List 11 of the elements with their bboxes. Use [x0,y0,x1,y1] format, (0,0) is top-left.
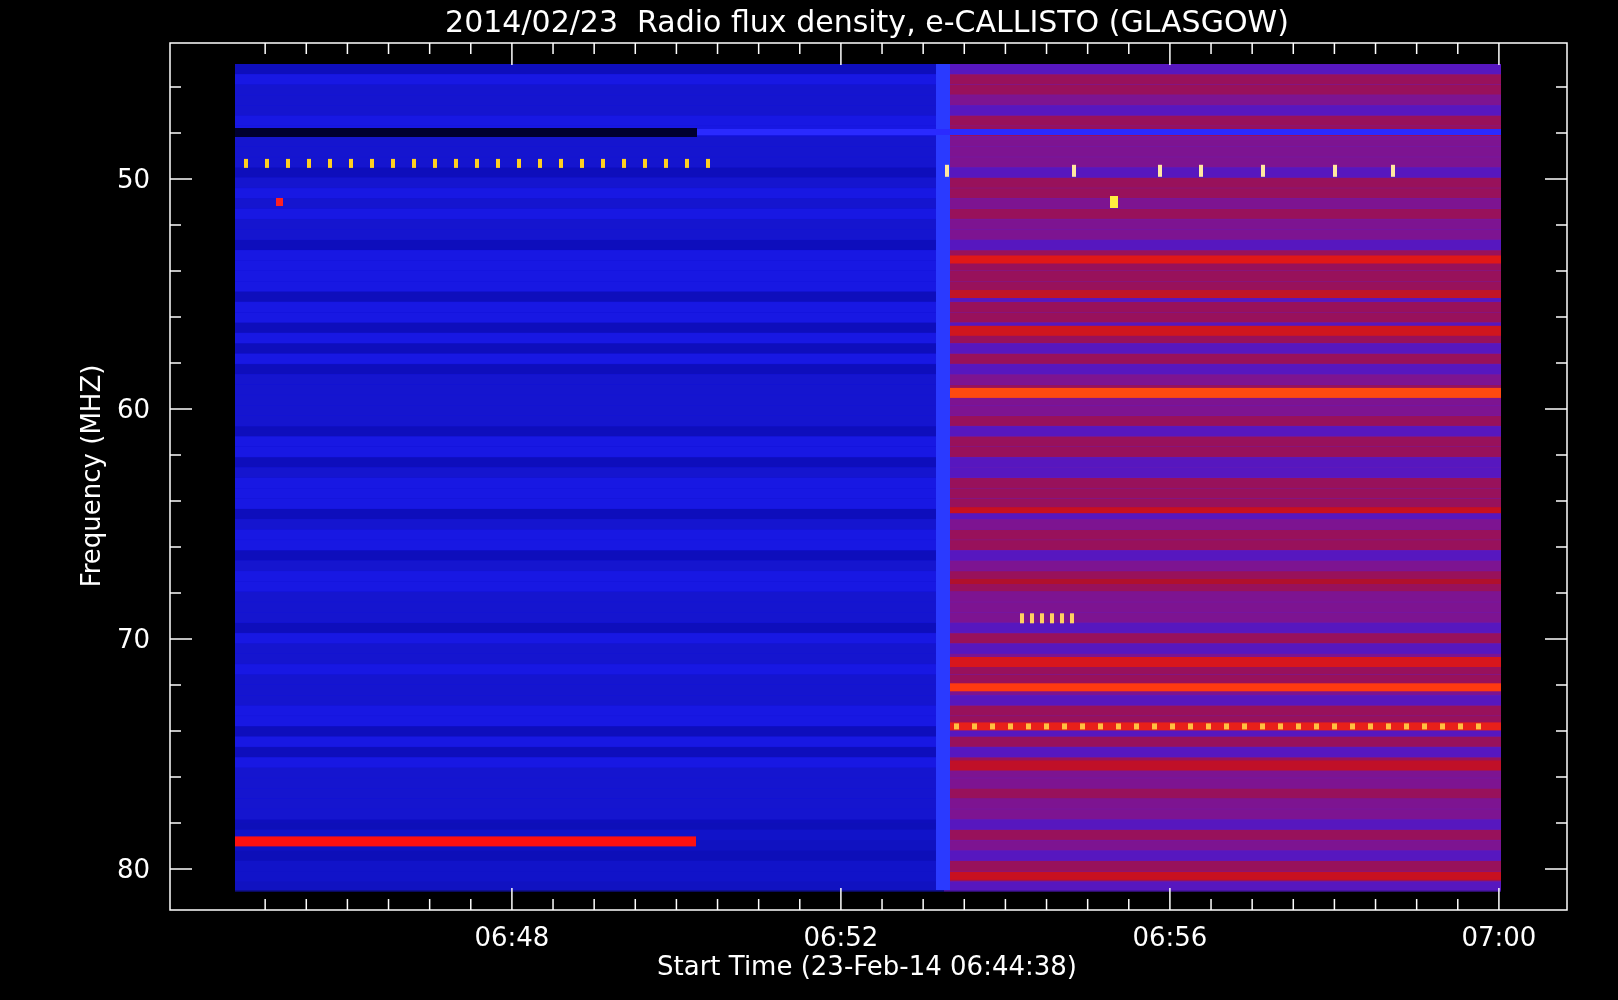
x-tick-label: 07:00 [1461,922,1537,952]
y-axis-label: Frequency (MHZ) [76,364,106,588]
chart-title: 2014/02/23 Radio flux density, e-CALLISTO (GLASGOW) [445,4,1289,39]
x-tick-label: 06:56 [1132,922,1208,952]
x-axis-label: Start Time (23-Feb-14 06:44:38) [657,951,1077,981]
y-tick-label: 70 [116,624,150,654]
x-tick-label: 06:52 [803,922,879,952]
y-tick-label: 60 [116,394,150,424]
y-tick-label: 50 [116,164,150,194]
y-tick-label: 80 [116,854,150,884]
x-tick-label: 06:48 [474,922,550,952]
